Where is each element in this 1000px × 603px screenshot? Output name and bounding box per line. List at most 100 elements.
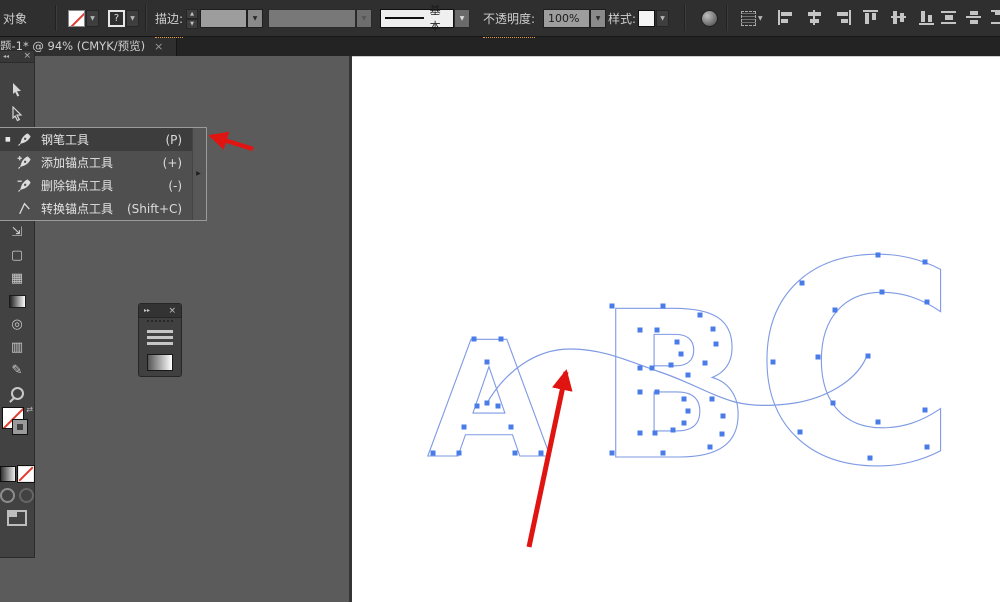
width-profile-dropdown[interactable]: ▼ [356, 8, 372, 28]
style-label: 样式: [608, 11, 637, 26]
tools-panel-header: ◂◂ × [0, 51, 34, 63]
gradient-button[interactable] [0, 466, 16, 482]
brush-stroke-line [385, 17, 424, 19]
opacity-dropdown[interactable]: ▼ [590, 8, 606, 28]
tearoff-arrow-icon: ▶ [196, 170, 201, 177]
tool-menu-item-shortcut: (-) [168, 178, 183, 193]
recolor-artwork-icon[interactable] [701, 9, 718, 27]
panel-grip[interactable] [147, 320, 173, 325]
distribute-bottom-button[interactable] [991, 10, 1000, 25]
brush-combo[interactable]: 基本 ▼ [380, 4, 470, 33]
stroke-weight-stepper[interactable]: ▲ ▼ [186, 9, 198, 29]
pen-plus-icon [17, 156, 31, 169]
separator [55, 5, 57, 31]
draw-behind-icon[interactable] [19, 488, 34, 503]
tool-menu-item-label: 转换锚点工具 [41, 202, 114, 216]
align-top-button[interactable] [863, 10, 880, 25]
free-transform-tool[interactable]: ▢ [0, 244, 34, 267]
menu-tearoff-strip[interactable]: ▶ [192, 128, 206, 220]
align-center-button[interactable] [806, 10, 823, 25]
align-middle-button[interactable] [891, 10, 908, 25]
stroke-weight-combo[interactable]: ▼ [200, 8, 263, 28]
brush-dropdown[interactable]: ▼ [454, 8, 470, 28]
tool-menu-item-shortcut: (+) [162, 155, 183, 170]
direct-selection-tool[interactable] [0, 102, 34, 126]
stroke-swatch[interactable] [12, 419, 28, 435]
width-profile-combo[interactable]: ▼ [268, 8, 372, 28]
fill-stroke-indicator: ⇄ [0, 405, 34, 463]
stepper-down-icon[interactable]: ▼ [186, 19, 198, 29]
separator [145, 5, 147, 31]
zoom-tool[interactable] [0, 382, 34, 405]
opacity-combo[interactable]: 100% ▼ [543, 8, 606, 28]
eyedropper-tool[interactable]: ✎ [0, 359, 34, 382]
fill-color-swatch[interactable] [68, 9, 85, 27]
convert-icon [19, 202, 30, 215]
document-tab-bar: 题-1* @ 94% (CMYK/预览) × [0, 36, 1000, 56]
panel-close-icon[interactable]: × [23, 52, 31, 61]
floating-panel-dock: ▸▸ × [138, 303, 182, 377]
tool-menu-item-pen-minus[interactable]: 删除锚点工具 (-) [0, 174, 192, 197]
separator [684, 5, 686, 31]
screen-mode-icon[interactable] [7, 510, 27, 526]
pen-minus-icon [17, 179, 31, 192]
tool-menu-item-label: 删除锚点工具 [41, 179, 114, 193]
selected-tool-bullet: ■ [5, 136, 11, 143]
gradient-tool-icon [8, 295, 26, 308]
gradient-panel-icon[interactable] [147, 354, 173, 371]
stroke-panel-link[interactable]: 描边: [155, 0, 184, 38]
blend-tool[interactable]: ◎ [0, 313, 34, 336]
opacity-panel-link[interactable]: 不透明度: [483, 0, 536, 38]
style-dropdown-button[interactable]: ▼ [656, 9, 669, 27]
color-mode-row [0, 465, 35, 483]
separator [726, 5, 728, 31]
tool-menu-item-convert[interactable]: 转换锚点工具 (Shift+C) [0, 197, 192, 220]
tool-menu-item-pen-plus[interactable]: 添加锚点工具 (+) [0, 151, 192, 174]
context-label: 对象 [3, 11, 28, 26]
stroke-color-swatch[interactable]: ? [108, 9, 125, 27]
draw-normal-icon[interactable] [0, 488, 15, 503]
selection-tool[interactable] [0, 78, 34, 102]
stepper-up-icon[interactable]: ▲ [186, 9, 198, 19]
tool-menu-item-shortcut: (Shift+C) [126, 201, 183, 216]
control-bar: 对象 ▼ ? ▼ 描边: ▲ ▼ ▼ ▼ 基本 ▼ 不透明度: 100% ▼ 样… [0, 0, 1000, 38]
tools-group-bottom: ⇲ ▢ ▦ ◎ ▥ ✎ [0, 221, 34, 405]
align-left-button[interactable] [778, 10, 795, 25]
fill-dropdown-button[interactable]: ▼ [86, 9, 99, 27]
scale-tool[interactable]: ⇲ [0, 221, 34, 244]
align-to-selection-icon[interactable] [741, 10, 756, 26]
tool-menu-item-label: 添加锚点工具 [41, 156, 114, 170]
stroke-dropdown-button[interactable]: ▼ [126, 9, 139, 27]
perspective-grid-tool[interactable]: ▦ [0, 267, 34, 290]
style-swatch[interactable] [638, 9, 655, 27]
stroke-weight-value[interactable] [200, 8, 247, 28]
distribute-top-button[interactable] [941, 10, 958, 25]
tool-menu-item-pen[interactable]: ■ 钢笔工具 (P) [0, 128, 193, 151]
tools-group-top [0, 78, 34, 126]
mesh-tool[interactable] [0, 290, 34, 313]
brush-preview[interactable]: 基本 [380, 4, 454, 33]
floating-panel-header[interactable]: ▸▸ × [139, 304, 181, 318]
panel-close-icon[interactable]: × [168, 306, 176, 316]
tab-close-icon[interactable]: × [154, 40, 163, 53]
stroke-panel-icon[interactable] [147, 330, 173, 345]
width-profile-value [268, 8, 356, 28]
stroke-swatch-symbol: ? [113, 12, 120, 24]
panel-expand-icon[interactable]: ▸▸ [144, 307, 150, 314]
none-button[interactable] [17, 465, 35, 483]
align-bottom-button[interactable] [919, 10, 936, 25]
pen-tool-flyout-menu: ■ 钢笔工具 (P) 添加锚点工具 (+) 删除锚点工具 (-) 转换锚点工具 (Shift+C… [0, 127, 207, 221]
opacity-value[interactable]: 100% [543, 8, 590, 28]
menu-rows: ■ 钢笔工具 (P) 添加锚点工具 (+) 删除锚点工具 (-) 转换锚点工具 (Shift+C… [0, 128, 193, 220]
column-graph-tool[interactable]: ▥ [0, 336, 34, 359]
panel-collapse-icon[interactable]: ◂◂ [3, 53, 9, 60]
pen-icon [18, 133, 31, 146]
artboard[interactable] [352, 56, 1000, 603]
artboard-edge [349, 56, 352, 602]
align-right-button[interactable] [834, 10, 851, 25]
tool-menu-item-label: 钢笔工具 [41, 133, 90, 147]
distribute-middle-button[interactable] [966, 10, 983, 25]
swap-fill-stroke-icon[interactable]: ⇄ [26, 405, 33, 414]
align-to-dropdown[interactable]: ▼ [758, 15, 763, 22]
stroke-weight-dropdown[interactable]: ▼ [247, 8, 263, 28]
